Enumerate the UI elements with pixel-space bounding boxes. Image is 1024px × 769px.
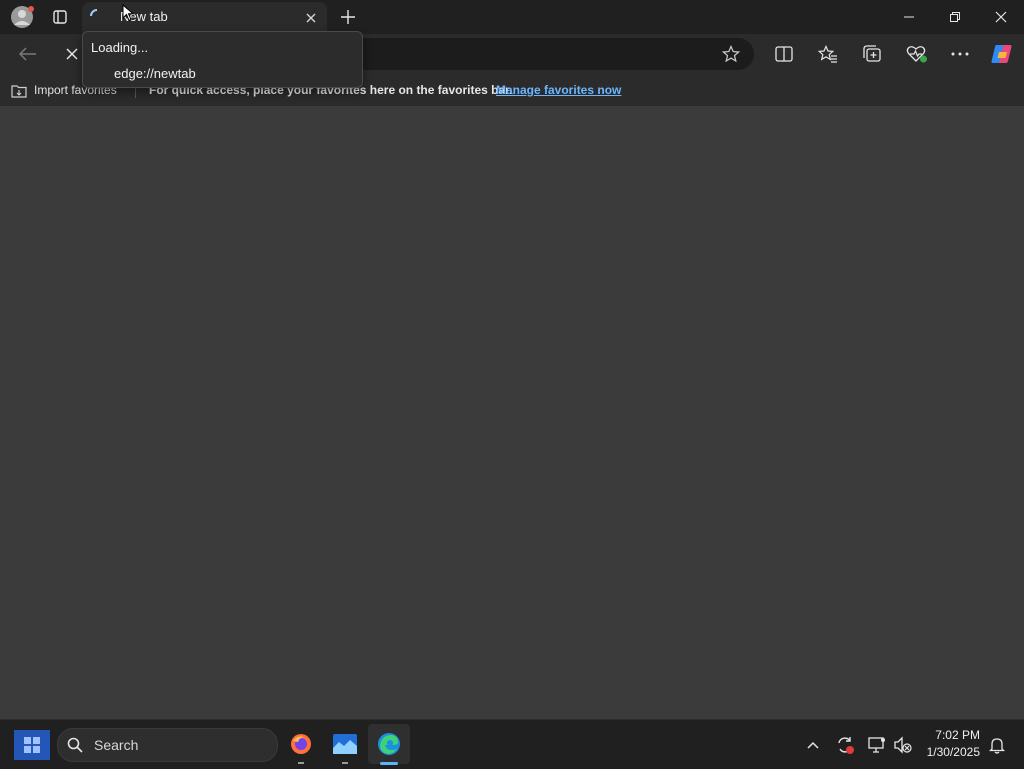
more-options-icon[interactable] <box>947 42 973 66</box>
copilot-icon[interactable] <box>988 40 1016 68</box>
taskbar: Search 7:02 PM 1/30/2025 <box>0 719 1024 769</box>
back-arrow-icon[interactable] <box>14 42 42 66</box>
tab-actions-icon[interactable] <box>48 6 72 28</box>
clock-date[interactable]: 1/30/2025 <box>916 745 980 759</box>
close-window-icon[interactable] <box>978 0 1024 34</box>
clock-time[interactable]: 7:02 PM <box>916 728 980 742</box>
edge-active-indicator <box>380 762 398 765</box>
firefox-running-indicator <box>298 762 304 764</box>
sync-alert-icon[interactable] <box>834 734 856 756</box>
tab-new-tab[interactable] <box>82 2 327 34</box>
collections-icon[interactable] <box>859 42 885 66</box>
photos-running-indicator <box>342 762 348 764</box>
network-icon[interactable] <box>866 734 888 756</box>
firefox-icon[interactable] <box>287 730 315 758</box>
loading-spinner-icon <box>89 8 105 24</box>
search-label: Search <box>94 737 139 753</box>
add-favorite-star-icon[interactable] <box>718 42 744 66</box>
search-icon <box>66 736 84 754</box>
profile-avatar-icon[interactable] <box>8 4 36 30</box>
photos-app-icon[interactable] <box>331 730 359 758</box>
tab-hover-tooltip: Loading... edge://newtab <box>82 31 363 88</box>
address-bar[interactable] <box>350 38 754 70</box>
notifications-bell-icon[interactable] <box>986 734 1008 756</box>
minimize-icon[interactable] <box>886 0 932 34</box>
tooltip-status: Loading... <box>91 40 149 55</box>
restore-icon[interactable] <box>932 0 978 34</box>
favorites-icon[interactable] <box>815 42 841 66</box>
tooltip-url: edge://newtab <box>114 66 196 81</box>
page-content <box>0 106 1024 719</box>
volume-muted-icon[interactable] <box>892 734 914 756</box>
mouse-cursor-icon <box>122 3 135 22</box>
manage-favorites-link[interactable]: Manage favorites now <box>496 83 621 97</box>
start-windows-icon[interactable] <box>14 730 50 760</box>
tab-strip: New tab <box>0 0 1024 34</box>
taskbar-search-box[interactable]: Search <box>57 728 278 762</box>
browser-essentials-icon[interactable] <box>903 42 931 66</box>
show-hidden-icons-chevron-icon[interactable] <box>802 734 824 756</box>
edge-icon <box>375 730 403 758</box>
new-tab-icon[interactable] <box>336 5 360 29</box>
tab-close-icon[interactable] <box>300 7 322 29</box>
split-screen-icon[interactable] <box>771 42 797 66</box>
import-favorites-icon <box>10 81 28 99</box>
